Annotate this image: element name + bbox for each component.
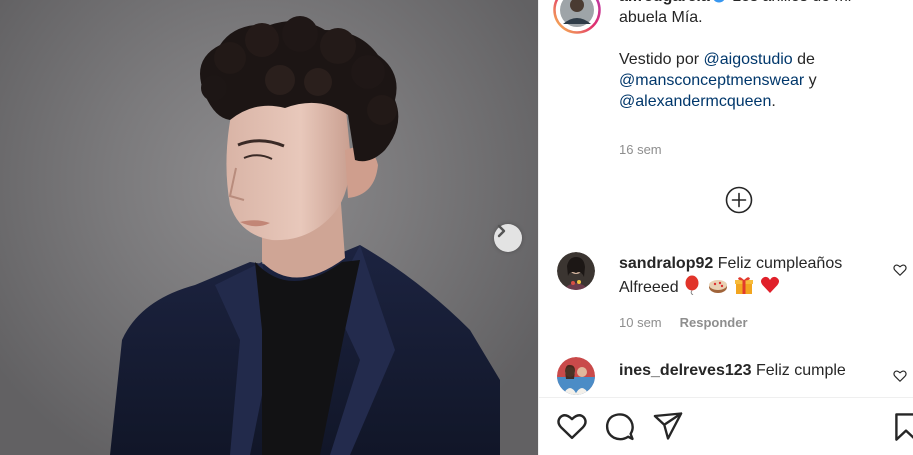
bookmark-icon[interactable] [894, 412, 913, 442]
caption-end: . [771, 93, 776, 110]
comment-timestamp[interactable]: 10 sem [619, 315, 662, 330]
caption-word-y: y [808, 72, 817, 89]
plus-circle-icon[interactable] [725, 186, 753, 214]
verified-badge-icon [713, 0, 724, 3]
post-action-bar [539, 397, 913, 455]
post-timestamp[interactable]: 16 sem [619, 142, 662, 157]
mention-mansconceptmenswear[interactable]: @mansconceptmenswear [619, 72, 804, 89]
reply-button[interactable]: Responder [680, 315, 748, 330]
comment-username[interactable]: ines_delreves123 [619, 362, 752, 379]
chevron-right-icon [497, 224, 506, 238]
next-photo-button[interactable] [494, 224, 522, 252]
comment-like-icon[interactable] [893, 263, 907, 277]
comment-username[interactable]: sandralop92 [619, 255, 713, 272]
commenter-avatar[interactable] [557, 357, 595, 395]
caption-text: alfredgarcia Los anillos de mi abuela Mí… [619, 0, 889, 112]
comment-like-icon[interactable] [893, 369, 907, 383]
comment-body: sandralop92 Feliz cumpleaños Alfreeed [619, 252, 859, 299]
paper-plane-icon[interactable] [653, 412, 683, 440]
mention-aigostudio[interactable]: @aigostudio [704, 51, 793, 68]
post-side-panel: alfredgarcia Los anillos de mi abuela Mí… [538, 0, 913, 455]
red-heart-emoji [761, 276, 780, 293]
comment-text: Feliz cumple [756, 362, 846, 379]
author-avatar[interactable] [553, 0, 601, 34]
caption-prefix: Vestido por [619, 51, 700, 68]
portrait-illustration [110, 16, 500, 455]
mention-alexandermcqueen[interactable]: @alexandermcqueen [619, 93, 771, 110]
commenter-avatar[interactable] [557, 252, 595, 290]
comment-meta: 10 sem Responder [619, 315, 748, 330]
cake-emoji [708, 280, 727, 293]
comments-scroll-area[interactable]: alfredgarcia Los anillos de mi abuela Mí… [539, 0, 913, 397]
caption-word-de: de [797, 51, 815, 68]
heart-icon[interactable] [557, 412, 587, 440]
gift-emoji [734, 277, 753, 294]
author-username[interactable]: alfredgarcia [619, 0, 710, 5]
comment-bubble-icon[interactable] [605, 412, 635, 442]
post-photo[interactable] [0, 0, 538, 455]
balloon-emoji [685, 275, 699, 295]
comment-body: ines_delreves123 Feliz cumple [619, 359, 859, 382]
